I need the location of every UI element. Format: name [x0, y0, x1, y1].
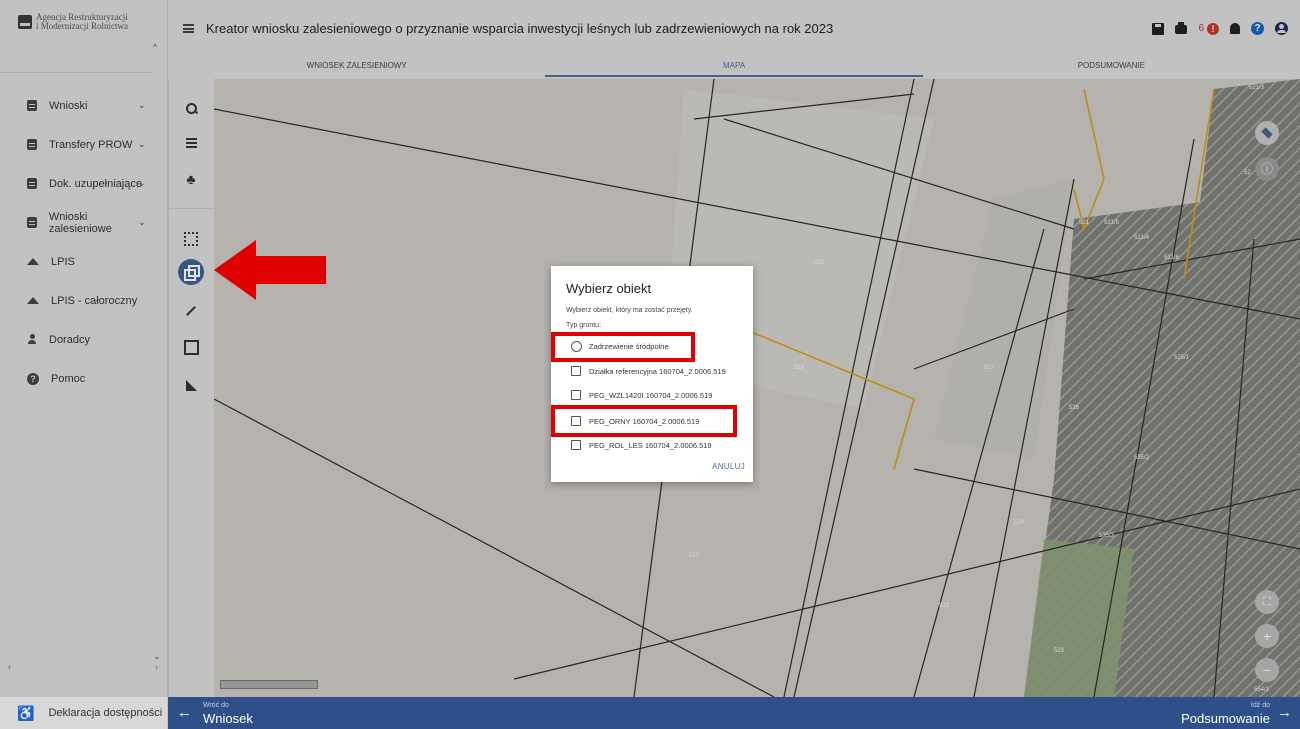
dialog-title: Wybierz obiekt	[566, 281, 652, 296]
red-arrow-annotation-icon	[214, 240, 326, 300]
option-peg-wzl[interactable]: PEG_WZL1420I 160704_2.0006.519	[571, 390, 712, 400]
accessibility-declaration-link[interactable]: ♿ Deklaracja dostępności	[0, 697, 168, 729]
back-caption: Wróć do	[203, 702, 229, 709]
accessibility-icon: ♿	[17, 704, 35, 721]
option-label: PEG_ROL_LES 160704_2.0006.519	[589, 440, 712, 450]
arrow-right-icon: →	[1277, 704, 1292, 721]
highlight-box-annotation	[551, 405, 737, 437]
checkbox[interactable]	[571, 390, 581, 400]
option-peg-rol-les[interactable]: PEG_ROL_LES 160704_2.0006.519	[571, 440, 712, 450]
back-label: Wniosek	[203, 711, 253, 726]
next-label: Podsumowanie	[1181, 711, 1270, 726]
footer-label: Deklaracja dostępności	[48, 707, 163, 719]
checkbox[interactable]	[571, 366, 581, 376]
option-dzialka-referencyjna[interactable]: Działka referencyjna 160704_2.0006.519	[571, 366, 726, 376]
wizard-bottom-bar: ← Wróć do Wniosek Idź do Podsumowanie →	[168, 697, 1300, 729]
dialog-type-label: Typ gruntu:	[566, 322, 602, 329]
checkbox[interactable]	[571, 440, 581, 450]
cancel-button[interactable]: ANULUJ	[712, 462, 745, 471]
select-object-dialog: Wybierz obiekt Wybierz obiekt, który ma …	[551, 266, 753, 482]
arrow-left-icon: ←	[177, 704, 192, 721]
option-label: PEG_WZL1420I 160704_2.0006.519	[589, 390, 713, 400]
dialog-subtitle: Wybierz obiekt, który ma zostać przejęty…	[566, 307, 693, 314]
next-caption: Idź do	[1250, 702, 1270, 709]
highlight-box-annotation	[551, 332, 695, 362]
option-label: Działka referencyjna 160704_2.0006.519	[589, 366, 726, 376]
